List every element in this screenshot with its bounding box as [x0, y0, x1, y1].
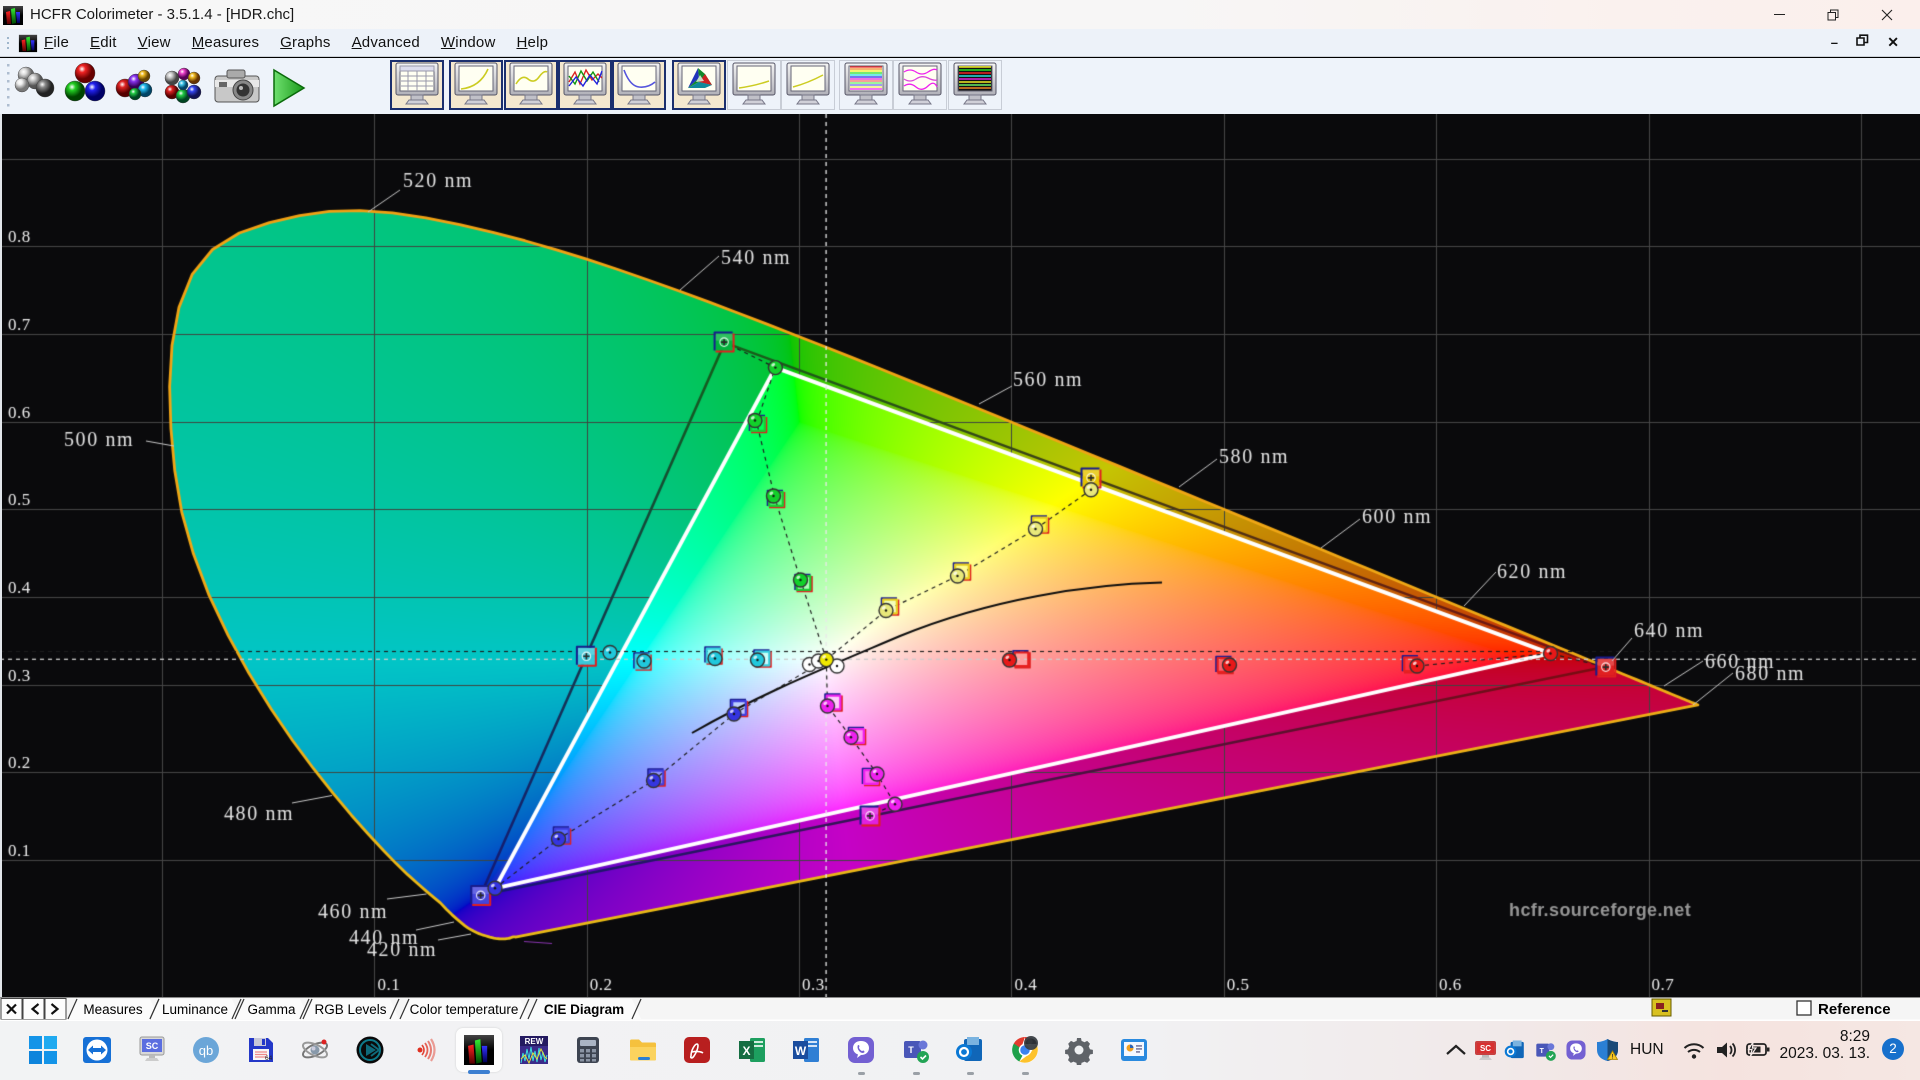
- svg-text:CIE Diagram: CIE Diagram: [544, 1002, 624, 1017]
- svg-text:SC: SC: [146, 1041, 159, 1051]
- svg-text:Reference: Reference: [1818, 1001, 1891, 1018]
- svg-text:W: W: [795, 1044, 807, 1058]
- svg-text:REW: REW: [524, 1037, 543, 1046]
- svg-text:SC: SC: [1480, 1044, 1491, 1053]
- svg-text:X: X: [742, 1044, 750, 1058]
- svg-text:64: 64: [265, 1055, 273, 1062]
- svg-text:qb: qb: [199, 1043, 213, 1058]
- svg-text:!: !: [1612, 1055, 1614, 1061]
- svg-text:Measures: Measures: [83, 1002, 143, 1017]
- svg-text:RGB Levels: RGB Levels: [314, 1002, 386, 1017]
- svg-text:Luminance: Luminance: [162, 1002, 228, 1017]
- svg-text:T: T: [908, 1045, 914, 1055]
- svg-text:Color temperature: Color temperature: [410, 1002, 519, 1017]
- svg-text:Gamma: Gamma: [247, 1002, 296, 1017]
